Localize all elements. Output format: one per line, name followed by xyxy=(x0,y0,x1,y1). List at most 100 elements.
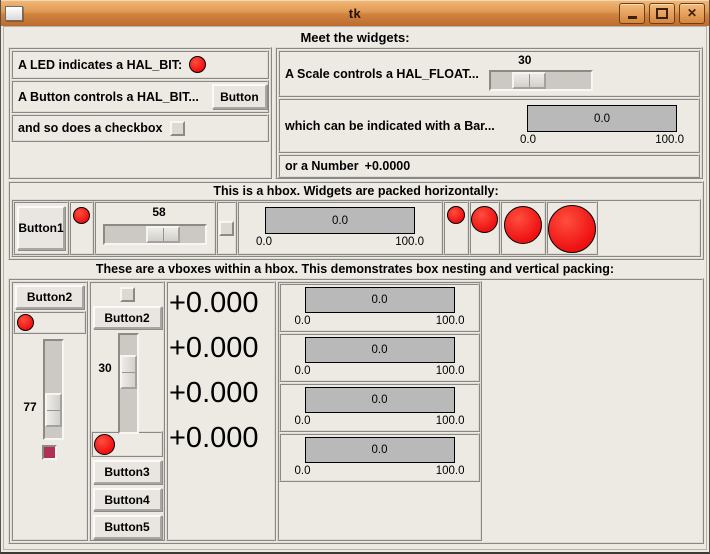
bar-scale-labels: 0.0 100.0 xyxy=(520,134,684,146)
bar-indicator: 0.0 0.0 100.0 xyxy=(279,283,480,332)
tk-window: tk ✕ Meet the widgets: A LED indicates a… xyxy=(0,0,710,554)
number-row-label: or a Number xyxy=(285,159,359,173)
scale-row-label: A Scale controls a HAL_FLOAT... xyxy=(285,66,479,81)
led-row-label: A LED indicates a HAL_BIT: xyxy=(18,57,183,72)
col1-checkbox[interactable] xyxy=(42,445,57,460)
col2-led-row xyxy=(91,431,163,458)
hbox-scale: 58 xyxy=(99,203,211,253)
bar-value-box: 0.0 xyxy=(304,437,455,463)
bar-scale-labels: 0.0 100.0 xyxy=(295,315,465,327)
bar-value: 0.0 xyxy=(594,112,610,125)
button4[interactable]: Button4 xyxy=(92,487,162,512)
number-value: +0.0000 xyxy=(364,159,411,173)
scale-trough[interactable] xyxy=(488,69,593,91)
checkbox-row-label: and so does a checkbox xyxy=(18,121,163,135)
number-row: or a Number +0.0000 xyxy=(278,154,700,178)
hal-bit-button[interactable]: Button xyxy=(211,84,267,109)
bar-value-box: 0.0 xyxy=(304,337,455,363)
col2-scale-value: 30 xyxy=(98,361,112,376)
hbox-cell-button1: Button1 xyxy=(13,201,69,255)
hbox-checkbox[interactable] xyxy=(219,220,234,236)
page-title: Meet the widgets: xyxy=(300,30,410,45)
number-display: +0.000 xyxy=(169,332,259,364)
hal-bit-led xyxy=(189,56,207,73)
minimize-icon xyxy=(627,15,637,19)
hbox-scale-slider[interactable] xyxy=(146,226,180,243)
hbox-section: This is a hbox. Widgets are packed horiz… xyxy=(8,181,704,260)
hbox-led-4 xyxy=(548,205,596,253)
col2-scale: 30 xyxy=(91,329,163,435)
col2-scale-trough[interactable] xyxy=(118,333,139,435)
hbox-scale-trough[interactable] xyxy=(103,224,207,245)
bar-indicator: 0.0 0.0 100.0 xyxy=(279,333,480,382)
button2-col2[interactable]: Button2 xyxy=(92,305,162,330)
button3[interactable]: Button3 xyxy=(92,460,162,484)
bar-value: 0.0 xyxy=(371,394,388,406)
bar-scale-labels: 0.0 100.0 xyxy=(295,365,465,377)
bar-indicator: 0.0 0.0 100.0 xyxy=(279,383,480,432)
maximize-icon xyxy=(656,7,668,19)
checkbox-row: and so does a checkbox xyxy=(11,114,269,142)
vboxes-title: These are a vboxes within a hbox. This d… xyxy=(95,262,615,276)
bar-max-label: 100.0 xyxy=(435,315,465,327)
bar-min-label: 0.0 xyxy=(294,315,311,327)
hbox-cell-led3 xyxy=(469,201,500,255)
hbox-bar-scale-labels: 0.0 100.0 xyxy=(256,236,424,248)
scale-value: 30 xyxy=(518,52,532,67)
vbox-col1: Button2 77 xyxy=(11,281,88,541)
col1-scale-slider[interactable] xyxy=(45,393,62,427)
intro-left-panel: A LED indicates a HAL_BIT: A Button cont… xyxy=(8,47,272,179)
col1-led xyxy=(17,314,34,331)
hbox-cell-led2 xyxy=(443,201,469,255)
button2-col1[interactable]: Button2 xyxy=(15,285,84,309)
hbox-bar-max: 100.0 xyxy=(395,236,424,248)
vbox-col2: Button2 30 Button3 Button4 Button5 xyxy=(89,281,165,541)
col1-scale: 77 xyxy=(13,334,86,440)
bar-row-label: which can be indicated with a Bar... xyxy=(285,118,495,133)
maximize-button[interactable] xyxy=(649,2,675,24)
hbox-bar-value-box: 0.0 xyxy=(265,207,415,234)
titlebar[interactable]: tk ✕ xyxy=(1,0,709,26)
hbox-cell-scale: 58 xyxy=(94,201,216,255)
col2-checkbox[interactable] xyxy=(119,287,135,302)
bar-value: 0.0 xyxy=(371,444,388,456)
bar-min-label: 0.0 xyxy=(294,465,311,477)
bar-min-label: 0.0 xyxy=(294,415,311,427)
button1[interactable]: Button1 xyxy=(17,206,65,250)
vbox-col4-bars: 0.0 0.0 100.0 0.0 0.0 100.0 0.0 0.0 100.… xyxy=(277,281,482,541)
scale-slider[interactable] xyxy=(511,71,546,89)
hbox-cell-led5 xyxy=(546,201,598,255)
vbox-col3-numbers: +0.000 +0.000 +0.000 +0.000 xyxy=(166,281,276,541)
bar-scale-labels: 0.0 100.0 xyxy=(295,465,465,477)
bar-max-label: 100.0 xyxy=(435,365,465,377)
vboxes-hbox: Button2 77 Button2 30 Button3 Button4 Bu… xyxy=(8,278,704,544)
window-title: tk xyxy=(348,5,362,21)
button5[interactable]: Button5 xyxy=(92,515,162,540)
hbox-cell-bar: 0.0 0.0 100.0 xyxy=(237,201,443,255)
button-row: A Button controls a HAL_BIT... Button xyxy=(11,80,269,113)
number-display: +0.000 xyxy=(169,287,259,319)
hal-float-scale: 30 xyxy=(483,52,603,96)
led-row: A LED indicates a HAL_BIT: xyxy=(11,50,269,79)
hal-bit-checkbox[interactable] xyxy=(169,120,185,136)
bar-scale-labels: 0.0 100.0 xyxy=(295,415,465,427)
hbox-cell-led4 xyxy=(500,201,546,255)
hbox-bar-min: 0.0 xyxy=(256,236,272,248)
close-button[interactable]: ✕ xyxy=(679,2,705,24)
hbox-cell-checkbox xyxy=(216,201,237,255)
col1-scale-value: 77 xyxy=(23,400,37,414)
bar-value-box: 0.0 xyxy=(304,387,455,413)
minimize-button[interactable] xyxy=(619,2,645,24)
bar-min-label: 0.0 xyxy=(294,365,311,377)
vboxes-filler xyxy=(483,281,701,541)
bar-max-label: 100.0 xyxy=(655,134,684,146)
hbox-bar-value: 0.0 xyxy=(332,214,348,227)
col1-led-row xyxy=(13,311,86,334)
col2-led xyxy=(94,433,115,455)
bar-row: which can be indicated with a Bar... 0.0… xyxy=(278,98,700,153)
window-controls: ✕ xyxy=(619,2,705,24)
bar-max-label: 100.0 xyxy=(435,465,465,477)
intro-right-panel: A Scale controls a HAL_FLOAT... 30 which… xyxy=(275,47,703,179)
col1-scale-trough[interactable] xyxy=(43,339,64,440)
col2-scale-slider[interactable] xyxy=(120,355,137,390)
